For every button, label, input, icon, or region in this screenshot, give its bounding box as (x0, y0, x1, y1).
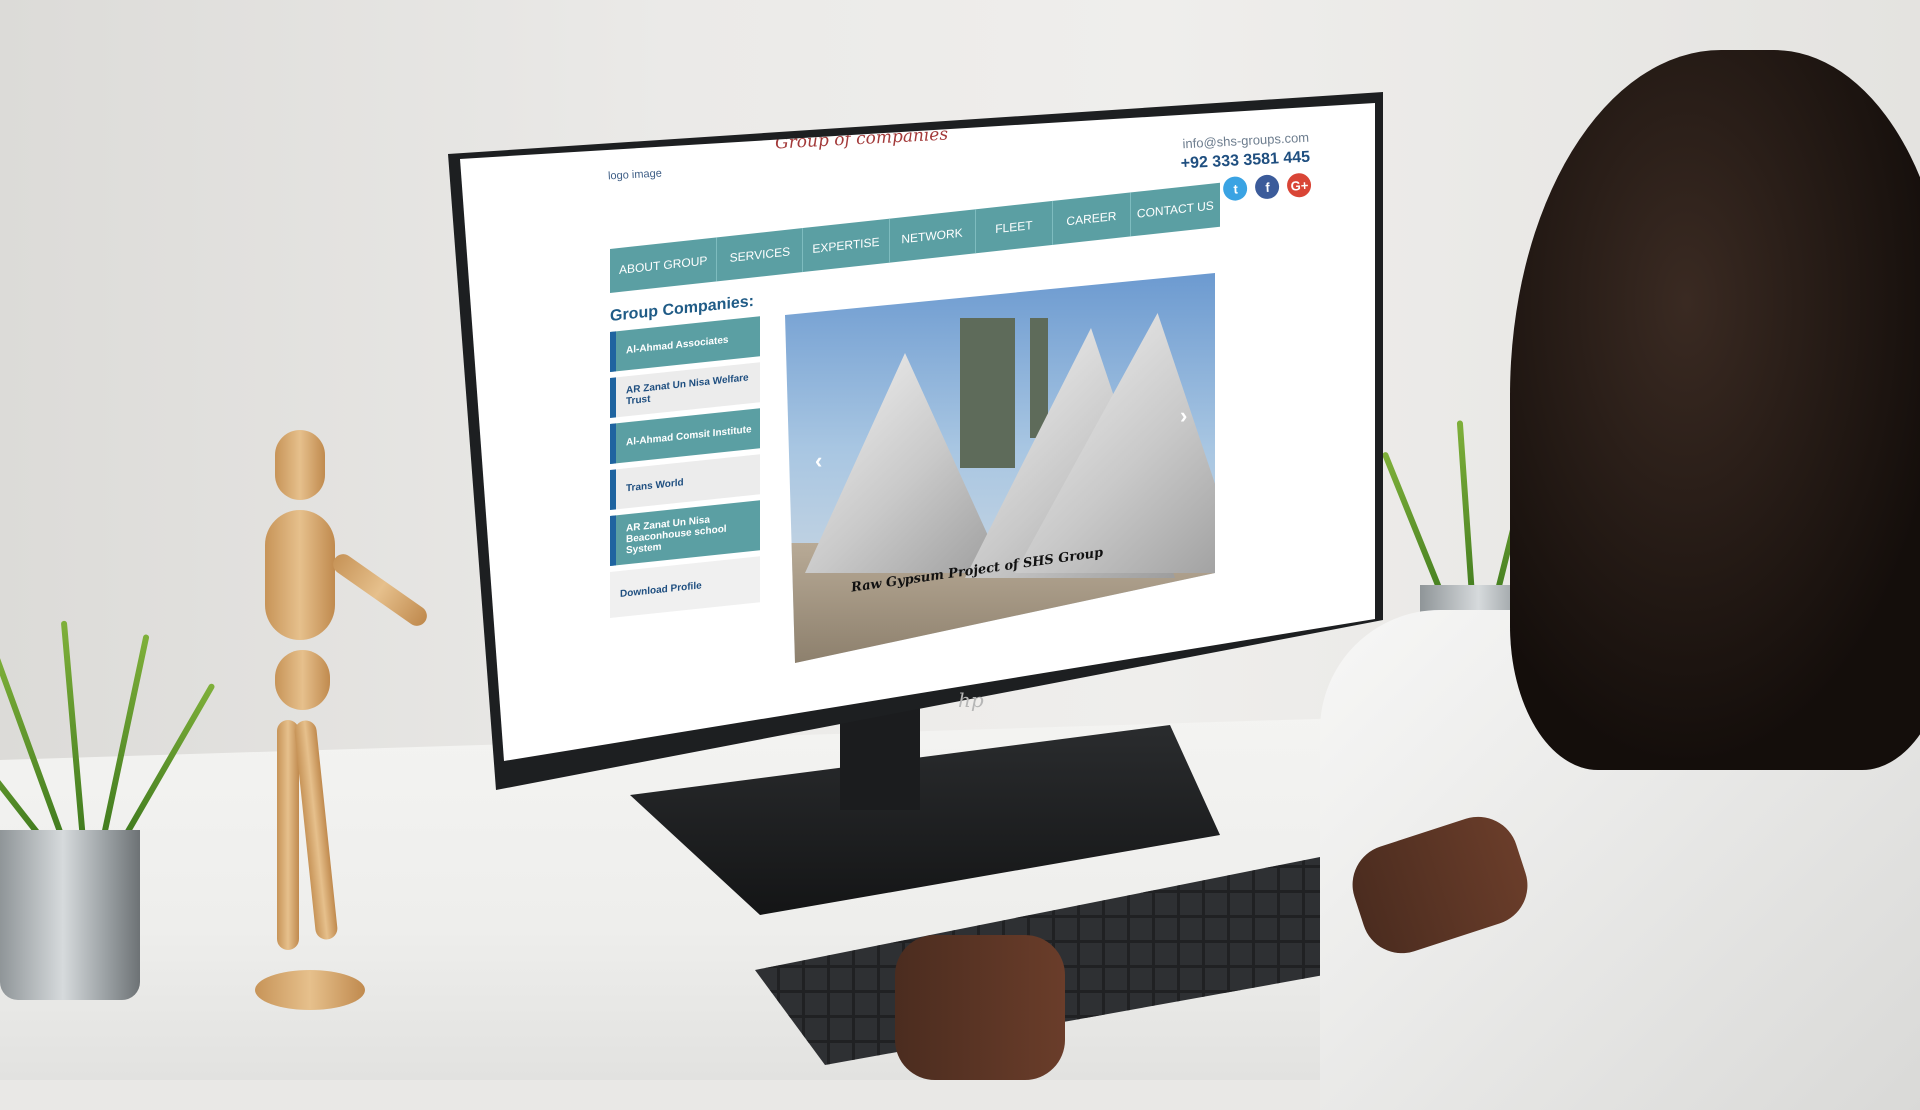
nav-network[interactable]: NETWORK (889, 209, 976, 263)
facebook-icon[interactable]: f (1254, 174, 1280, 200)
hp-logo: hp (958, 688, 984, 712)
wooden-figurine (255, 430, 455, 1030)
download-profile-link[interactable]: Download Profile (610, 556, 760, 618)
group-companies-sidebar: Group Companies: Al-Ahmad Associates AR … (610, 292, 760, 624)
nav-contact-us[interactable]: CONTACT US (1130, 182, 1221, 237)
phone-number: +92 333 3581 445 (1179, 148, 1311, 173)
left-plant (0, 600, 216, 842)
nav-fleet[interactable]: FLEET (975, 200, 1054, 254)
left-plant-pot (0, 830, 140, 1000)
sidebar-item-beaconhouse[interactable]: AR Zanat Un Nisa Beaconhouse school Syst… (610, 500, 760, 566)
email-link[interactable]: info@shs-groups.com (1179, 130, 1309, 152)
nav-expertise[interactable]: EXPERTISE (803, 218, 890, 272)
nav-career[interactable]: CAREER (1053, 192, 1131, 245)
person-left-hand (895, 935, 1065, 1080)
nav-about-group[interactable]: ABOUT GROUP (610, 237, 718, 293)
slider-prev-arrow[interactable]: ‹ (815, 448, 822, 474)
main-nav: ABOUT GROUP SERVICES EXPERTISE NETWORK F… (610, 182, 1221, 293)
conveyor-tower (960, 318, 1015, 468)
google-plus-icon[interactable]: G+ (1286, 172, 1312, 198)
image-slider: ‹ › Raw Gypsum Project of SHS Group (785, 273, 1215, 663)
slider-next-arrow[interactable]: › (1180, 403, 1187, 429)
twitter-icon[interactable]: t (1222, 175, 1248, 202)
logo-placeholder[interactable]: logo image (608, 168, 662, 183)
nav-services[interactable]: SERVICES (717, 227, 804, 282)
person-hair (1510, 50, 1920, 770)
